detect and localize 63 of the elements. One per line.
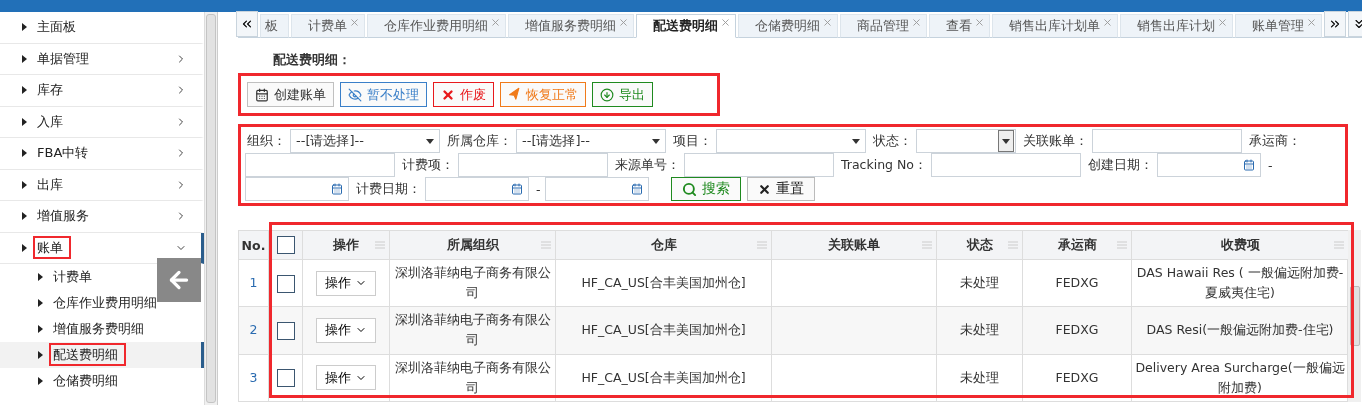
column-header: 关联账单 (771, 230, 937, 260)
tab[interactable]: 增值服务费明细 (508, 14, 634, 38)
tab[interactable]: 仓储费明细 (738, 14, 838, 38)
sidebar-item[interactable]: 账单 (0, 232, 204, 264)
table-cell: 深圳洛菲纳电子商务有限公司 (389, 259, 556, 307)
column-header: No. (238, 230, 269, 260)
column-header: 状态 (936, 230, 1023, 260)
table-cell: HF_CA_US[合丰美国加州仓] (555, 306, 772, 355)
field-label: 计费日期： (355, 180, 422, 198)
tab[interactable]: 查看 (929, 14, 990, 38)
table-cell: 深圳洛菲纳电子商务有限公司 (389, 354, 556, 402)
field-label: 计费项： (401, 156, 455, 174)
table-cell: 未处理 (936, 306, 1023, 355)
column-header: 所属组织 (389, 230, 556, 260)
action-dropdown[interactable]: 操作 (316, 365, 376, 391)
tab[interactable]: 销售出库计划单 (992, 14, 1118, 38)
table-cell: DAS Hawaii Res ( 一般偏远附加费-夏威夷住宅) (1131, 259, 1349, 307)
tab[interactable]: 销售出库计划 (1120, 14, 1233, 38)
table-cell: FEDXG (1022, 354, 1132, 402)
field-label: 关联账单： (1022, 132, 1089, 150)
table-cell: 1 (238, 259, 269, 307)
table-cell: 深圳洛菲纳电子商务有限公司 (389, 306, 556, 355)
tab[interactable]: 仓库作业费用明细 (367, 14, 506, 38)
tab[interactable]: 商品管理 (840, 14, 927, 38)
tab[interactable]: 板 (260, 14, 289, 38)
field-label: Tracking No： (840, 156, 928, 174)
field-label: - (535, 181, 542, 197)
toolbar-button[interactable]: 暂不处理 (340, 82, 427, 107)
select-field[interactable]: --[请选择]-- (290, 129, 440, 153)
table-cell: HF_CA_US[合丰美国加州仓] (555, 354, 772, 402)
toolbar-button[interactable]: 导出 (592, 82, 653, 107)
table-cell: FEDXG (1022, 306, 1132, 355)
search-button[interactable]: 搜索 (670, 177, 741, 201)
field-label: 项目： (672, 132, 713, 150)
tab[interactable]: 计费单 (291, 14, 365, 38)
sidebar-subitem[interactable]: 配送费明细 (0, 342, 204, 368)
field-label: 状态： (872, 132, 913, 150)
tab[interactable]: 配送费明细 (636, 14, 736, 38)
field-label: 来源单号： (614, 156, 681, 174)
field-label: 承运商： (1248, 132, 1302, 150)
table-cell: 2 (238, 306, 269, 355)
table-cell: DAS Resi(一般偏远附加费-住宅) (1131, 306, 1349, 355)
field-label: 创建日期： (1087, 156, 1154, 174)
column-header: 承运商 (1022, 230, 1132, 260)
reset-button[interactable]: 重置 (746, 177, 815, 201)
table-cell: 3 (238, 354, 269, 402)
table-cell: HF_CA_US[合丰美国加州仓] (555, 259, 772, 307)
field-label: - (1267, 157, 1274, 173)
select-field[interactable]: --[请选择]-- (516, 129, 666, 153)
action-dropdown[interactable]: 操作 (316, 270, 376, 296)
action-dropdown[interactable]: 操作 (316, 318, 376, 343)
column-header: 收费项 (1131, 230, 1349, 260)
toolbar-button[interactable]: 创建账单 (247, 82, 334, 107)
panel-title: 配送费明细： (273, 51, 352, 69)
field-label: 所属仓库： (446, 132, 513, 150)
toolbar-button[interactable]: 作废 (433, 82, 494, 107)
tab[interactable]: 账单管理 (1235, 14, 1322, 38)
table-cell: FEDXG (1022, 259, 1132, 307)
table-cell: 未处理 (936, 259, 1023, 307)
table-cell: Delivery Area Surcharge(一般偏远附加费) (1131, 354, 1349, 402)
field-label: 组织： (246, 132, 287, 150)
column-header: 仓库 (555, 230, 772, 260)
column-header: 操作 (302, 230, 390, 260)
